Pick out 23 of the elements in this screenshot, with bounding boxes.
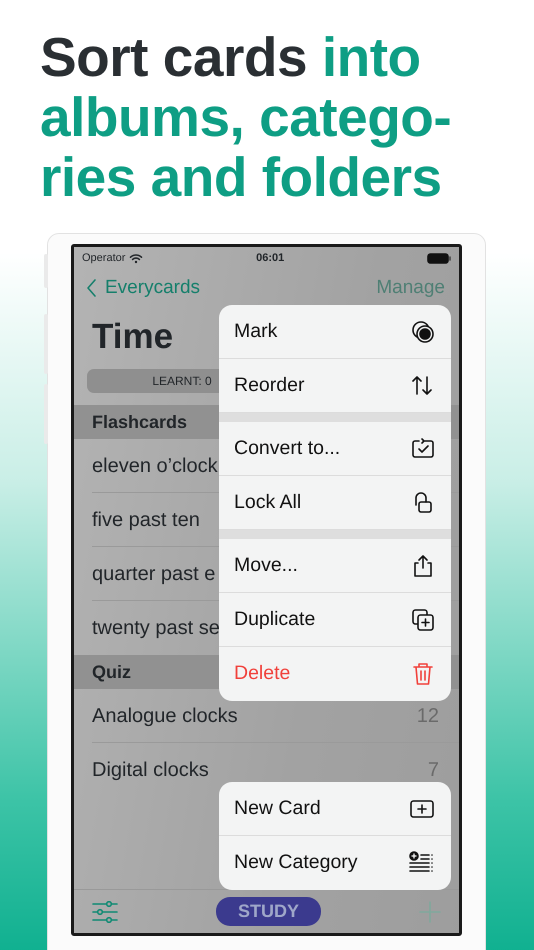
menu-item[interactable]: Duplicate bbox=[219, 593, 451, 647]
share-icon bbox=[411, 554, 435, 578]
marked-circle-icon bbox=[411, 320, 435, 344]
menu-item[interactable]: New Card bbox=[219, 782, 451, 836]
menu-item[interactable]: Convert to... bbox=[219, 422, 451, 476]
study-button[interactable]: STUDY bbox=[216, 897, 321, 926]
status-time: 06:01 bbox=[256, 250, 286, 266]
carrier-name: Operator bbox=[82, 250, 126, 266]
plus-icon bbox=[418, 900, 441, 922]
sort-arrows-icon bbox=[411, 374, 435, 398]
wifi-icon bbox=[129, 252, 144, 264]
sliders-icon bbox=[92, 900, 118, 922]
headline: Sort cards into albums, catego- ries and folders bbox=[40, 27, 452, 207]
battery-icon bbox=[427, 252, 451, 264]
convert-icon bbox=[411, 436, 435, 460]
page-title: Time bbox=[92, 316, 174, 358]
chevron-left-icon bbox=[86, 278, 97, 298]
menu-item[interactable]: Move... bbox=[219, 539, 451, 593]
menu-item[interactable]: Mark bbox=[219, 305, 451, 359]
list-plus-icon bbox=[409, 851, 435, 875]
menu-item[interactable]: New Category bbox=[219, 836, 451, 890]
duplicate-icon bbox=[411, 608, 435, 632]
trash-icon bbox=[411, 662, 435, 686]
